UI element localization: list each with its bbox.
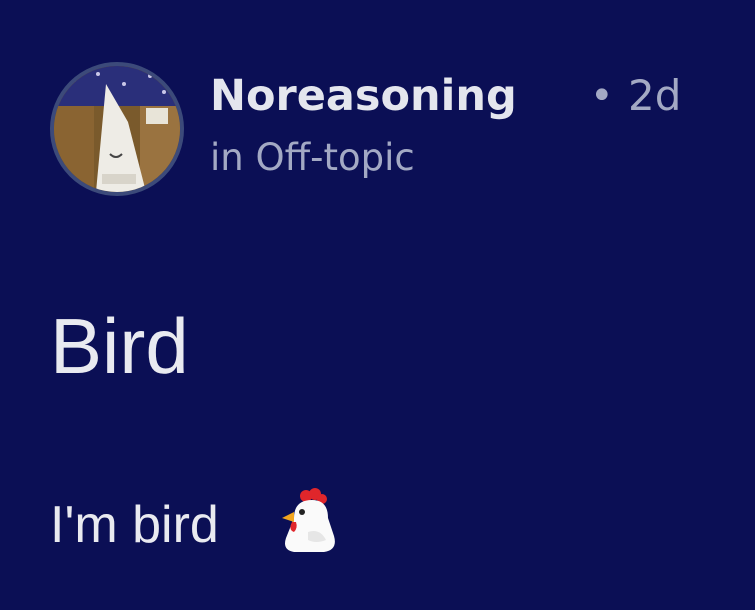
chicken-icon [280,488,342,554]
avatar-image [54,66,180,192]
community-prefix: in [210,136,244,179]
post-timestamp: 2d [628,71,682,120]
author-avatar[interactable] [50,62,184,196]
post-card: Noreasoning • 2d in Off-topic Bird I'm b… [0,0,755,610]
post-title[interactable]: Bird [50,302,189,390]
community-line: in Off-topic [210,134,415,182]
community-link[interactable]: Off-topic [256,136,415,179]
author-name[interactable]: Noreasoning [210,70,517,122]
post-body: I'm bird [50,496,219,554]
meta-separator: • [590,73,614,119]
